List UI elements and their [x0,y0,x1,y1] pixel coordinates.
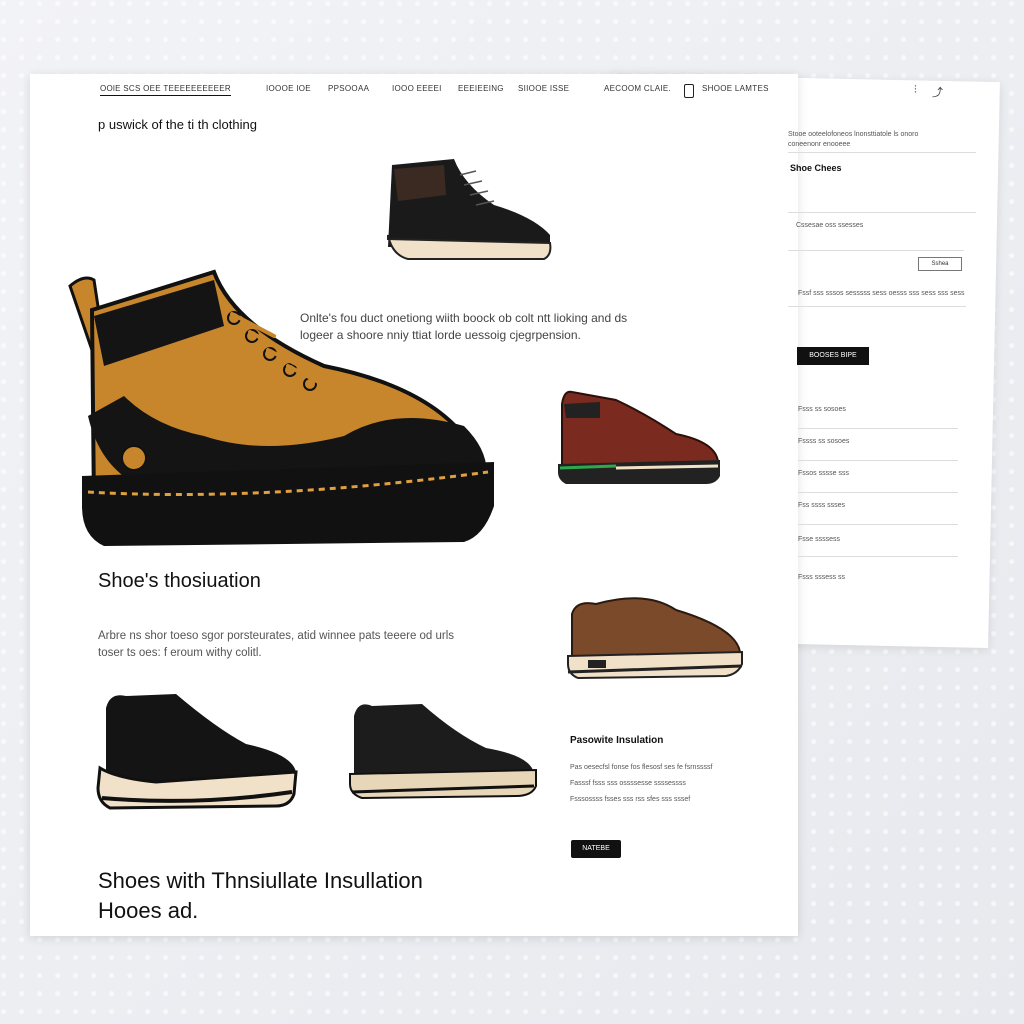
feature-text-line: Fsssossss fsses sss rss sfes sss sssef [570,796,691,803]
product-image-black-boot[interactable] [384,155,554,265]
product-image-black-low-shoe[interactable] [346,698,540,802]
nav-link-5[interactable]: SIIOOE ISSE [518,84,569,93]
nav-link-1[interactable]: IOOOE IOE [266,84,311,93]
divider [788,306,966,307]
divider [798,556,958,557]
divider [798,492,958,493]
side-search-input[interactable]: Sshea [918,257,962,271]
nav-account-link[interactable]: AECOOM CLAIE. [604,84,671,93]
side-list-item[interactable]: Fsse ssssess [798,536,840,543]
divider [798,524,958,525]
phone-icon[interactable] [684,84,694,98]
divider [798,460,958,461]
side-browse-button[interactable]: BOOSES BIPE [797,347,869,365]
section-description: Arbre ns shor toeso sgor porsteurates, a… [98,630,455,659]
product-image-maroon-shoe[interactable] [556,384,724,488]
side-list-item[interactable]: Fsss sssess ss [798,574,845,581]
divider [788,152,976,153]
side-list-item[interactable]: Fsss ss sosoes [798,406,846,413]
headline-line-2: Hooes ad. [98,898,199,923]
share-icon[interactable]: ⤴ [932,84,943,100]
hero-description: Onlte's fou duct onetiong wiith boock ob… [300,311,628,342]
page-headline: Shoes with Thnsiullate Insullation Hooes… [98,866,518,926]
side-filter-label: Cssesae oss ssesses [796,222,864,229]
nav-cart-link[interactable]: SHOOE LAMTES [702,84,769,93]
divider [788,212,976,213]
product-image-black-sneaker[interactable] [96,688,302,812]
menu-icon[interactable]: ⫶ [914,84,917,97]
tagline: p uswick of the ti th clothing [98,117,257,132]
section-title: Shoe's thosiuation [98,570,261,592]
nav-link-4[interactable]: EEEIEEING [458,84,504,93]
side-filter-text: Fssf sss sssos sesssss sess oesss sss se… [798,290,965,297]
nav-link-3[interactable]: IOOO EEEEI [392,84,442,93]
headline-line-1: Shoes with Thnsiullate Insullation [98,868,423,893]
divider [798,428,958,429]
feature-title: Pasowite Insulation [570,735,664,746]
feature-text-line: Pas oesecfsl fonse fos flesosf ses fe fs… [570,764,713,771]
divider [788,250,964,251]
feature-text-line: Fasssf fsss sss ossssesse ssssessss [570,780,686,787]
nav-link-2[interactable]: PPSOOAA [328,84,369,93]
side-list-item[interactable]: Fssss ss sosoes [798,438,849,445]
side-header-text: Stooe ooteelofoneos lnonsttiatole ls ono… [788,131,919,148]
feature-button[interactable]: NATEBE [571,840,621,858]
brand-logo[interactable]: OOlE SCS OEE TEEEEEEEEEER [100,84,231,96]
side-list-item[interactable]: Fssos sssse sss [798,470,849,477]
side-list-item[interactable]: Fss ssss ssses [798,502,845,509]
product-image-brown-shoe[interactable] [566,590,746,682]
side-title: Shoe Chees [790,163,842,173]
top-nav: OOlE SCS OEE TEEEEEEEEEER IOOOE IOE PPSO… [96,84,984,106]
